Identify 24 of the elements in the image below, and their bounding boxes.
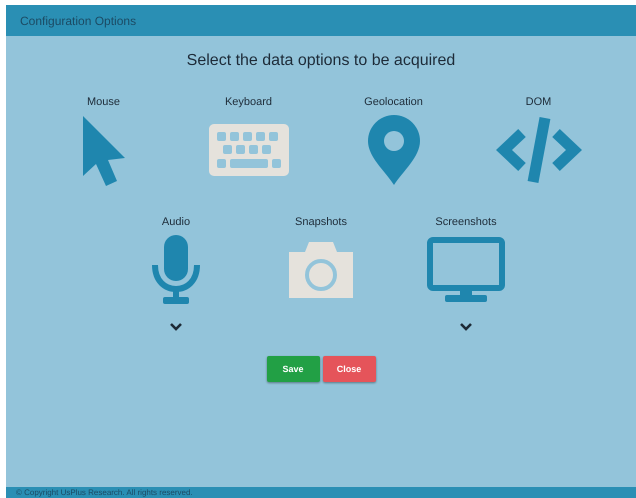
option-label: Geolocation (364, 96, 423, 108)
monitor-icon (427, 237, 505, 303)
location-pin-icon (366, 115, 420, 185)
pointer-icon (80, 114, 126, 186)
page-heading: Select the data options to be acquired (186, 52, 456, 70)
chevron-down-icon[interactable] (170, 323, 182, 331)
keyboard-icon (208, 124, 288, 176)
copyright-text: © Copyright UsPlus Research. All rights reserved. (16, 488, 193, 497)
option-label: Keyboard (224, 96, 272, 108)
option-toggle[interactable] (80, 113, 126, 187)
option-toggle[interactable] (151, 233, 201, 307)
option-label: Screenshots (435, 216, 497, 228)
close-button[interactable]: Close (322, 356, 376, 382)
option-label: Audio (162, 216, 190, 228)
microphone-icon (151, 235, 201, 305)
save-button[interactable]: Save (266, 356, 320, 382)
option-label: DOM (526, 96, 552, 108)
chevron-down-icon[interactable] (460, 323, 472, 331)
window-title: Configuration Options (20, 14, 136, 28)
option-label: Mouse (86, 96, 120, 108)
option-toggle[interactable] (366, 113, 420, 187)
code-icon (496, 116, 582, 184)
camera-icon (287, 240, 355, 300)
option-label: Snapshots (295, 216, 347, 228)
